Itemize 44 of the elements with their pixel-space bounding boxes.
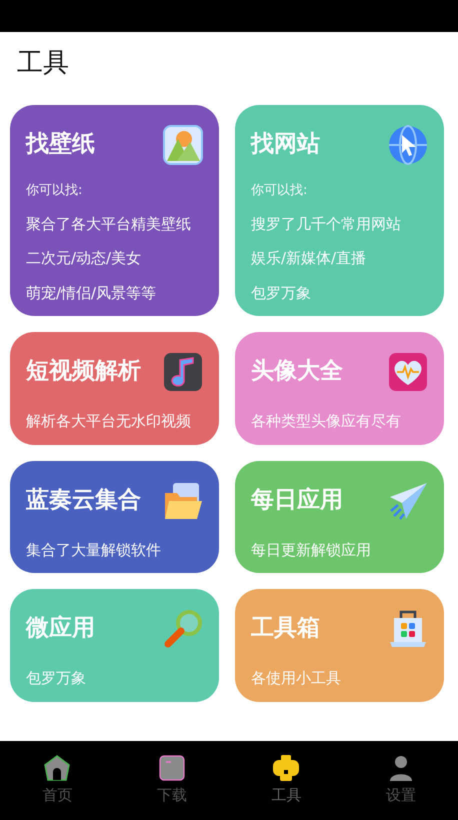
- home-icon: [43, 754, 72, 782]
- card-title: 找壁纸: [26, 131, 95, 159]
- card-title: 每日应用: [251, 486, 343, 514]
- card-title: 短视频解析: [26, 358, 141, 386]
- tab-item[interactable]: 工具: [229, 741, 344, 820]
- card-title: 微应用: [26, 615, 95, 643]
- card-description: 包罗万象: [26, 668, 87, 690]
- tool-card[interactable]: 每日应用 每日更新解锁应用: [235, 460, 444, 574]
- folder-icon: [158, 754, 186, 782]
- card-description: 二次元/动态/美女: [26, 248, 142, 270]
- toolbox-icon: [388, 609, 428, 650]
- tab-item[interactable]: 设置: [344, 741, 458, 820]
- tab-item[interactable]: 下载: [114, 741, 229, 820]
- card-intro: 你可以找:: [26, 182, 84, 200]
- card-title: 蓝奏云集合: [26, 486, 141, 514]
- card-description: 各使用小工具: [251, 668, 342, 690]
- tool-card[interactable]: 找网站 你可以找: 搜罗了几千个常用网站 娱乐/新媒体/直播 包罗万象: [235, 105, 444, 316]
- card-title: 工具箱: [251, 615, 320, 643]
- card-description: 集合了大量解锁软件: [26, 540, 162, 561]
- page-title: 工具: [17, 48, 70, 80]
- tool-card[interactable]: 蓝奏云集合 集合了大量解锁软件: [10, 460, 219, 574]
- paper-plane-icon: [388, 480, 428, 521]
- card-description: 各种类型头像应有尽有: [251, 411, 402, 432]
- card-intro: 你可以找:: [251, 182, 308, 200]
- tool-card[interactable]: 找壁纸 你可以找: 聚合了各大平台精美壁纸 二次元/动态/美女 萌宠/情侣/风景等等: [10, 105, 219, 316]
- magnifier-icon: [163, 609, 203, 650]
- card-description: 包罗万象: [251, 282, 312, 304]
- card-title: 找网站: [251, 131, 320, 159]
- card-description: 每日更新解锁应用: [251, 540, 372, 561]
- tool-card[interactable]: 短视频解析 解析各大平台无水印视频: [10, 332, 219, 445]
- tool-card[interactable]: 头像大全 各种类型头像应有尽有: [235, 332, 444, 445]
- card-description: 萌宠/情侣/风景等等: [26, 282, 158, 304]
- tab-item[interactable]: 首页: [0, 741, 114, 820]
- tool-card[interactable]: 工具箱 各使用小工具: [235, 589, 444, 702]
- card-description: 搜罗了几千个常用网站: [251, 214, 402, 235]
- tool-card[interactable]: 微应用 包罗万象: [10, 589, 219, 702]
- card-title: 头像大全: [251, 358, 343, 386]
- picture-icon: [163, 125, 203, 166]
- globe-cursor-icon: [388, 125, 428, 166]
- card-description: 娱乐/新媒体/直播: [251, 248, 368, 270]
- card-description: 聚合了各大平台精美壁纸: [26, 214, 192, 235]
- music-note-icon: [163, 352, 203, 392]
- card-description: 解析各大平台无水印视频: [26, 411, 192, 432]
- folder-icon: [163, 480, 203, 521]
